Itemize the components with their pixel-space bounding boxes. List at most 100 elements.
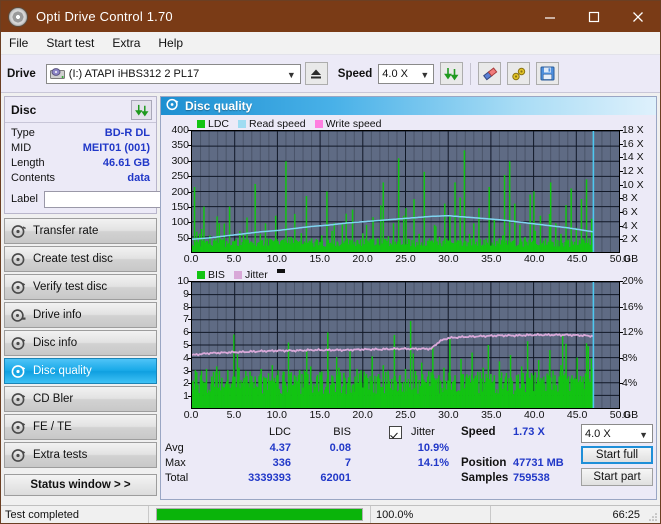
eraser-button[interactable] [478,62,502,85]
sidebar-item-label: Create test disc [33,253,113,265]
disc-refresh-button[interactable] [131,100,152,120]
axis-tick: 200 [171,185,189,198]
axis-tick-mark [619,225,623,227]
bottom-chart-plot [191,281,620,409]
stats-samples-value: 759538 [513,472,550,484]
axis-tick: 35.0 [481,409,502,421]
sidebar-item-transfer-rate[interactable]: Transfer rate [4,218,157,244]
stats-jitter-avg: 10.9% [417,442,449,454]
axis-tick: 8 X [622,192,638,205]
stats-jitter-max: 14.1% [417,457,449,469]
axis-tick: 30.0 [438,409,459,421]
disc-row-mid: MID MEIT01 (001) [11,141,150,156]
stats-bis-total: 62001 [320,472,351,484]
axis-tick: 12% [622,326,644,339]
stats-speed-label: Speed [461,426,496,438]
menu-item-start-test[interactable]: Start test [46,36,94,50]
sidebar-item-disc-quality[interactable]: Disc quality [4,358,157,384]
top-chart-row: 50 100 150 200 250 300 350 400 2 X4 X6 X8 X 10 X… [161,124,656,253]
sidebar-item-label: Transfer rate [33,225,99,237]
stats-row-total: Total [165,472,189,484]
app-window: Opti Drive Control 1.70 File Start test … [0,0,661,524]
status-bar: Test completed 100.0% 66:25 [1,505,660,523]
drive-label: Drive [7,67,36,80]
close-icon[interactable] [616,1,660,32]
bottom-chart-legend: BIS Jitter [161,268,656,281]
top-chart-yaxis-right: 2 X4 X6 X8 X 10 X 12 X 14 X 16 X 18 X [619,124,656,253]
sidebar: Disc Type BD-R DL MID MEIT01 (001) Lengt… [1,93,248,500]
axis-tick: 45.0 [566,409,588,421]
sidebar-item-cd-bler[interactable]: CD Bler [4,386,157,412]
axis-tick: 45.0 [566,253,588,265]
disc-label-key: Label [11,193,38,205]
axis-tick: 16 X [622,137,644,150]
jitter-checkbox[interactable] [389,426,402,441]
bottom-chart-yaxis-right: 4% 8% 12% 16% 20% [619,275,656,409]
speed-value: 4.0 X [382,67,408,80]
sidebar-item-drive-info[interactable]: Drive info [4,302,157,328]
progress-cell [149,506,371,523]
axis-tick-mark [619,171,623,172]
chevron-down-icon: ▼ [420,69,430,80]
speed-select[interactable]: 4.0 X ▼ [378,63,435,84]
disc-row-contents: Contents data [11,171,150,186]
axis-tick: 4% [622,377,638,390]
axis-tick: 16% [622,300,644,313]
axis-tick: 20% [622,275,644,287]
stats-speed-select[interactable]: 4.0 X ▼ [581,424,653,443]
sidebar-item-extra-tests[interactable]: Extra tests [4,442,157,468]
speed-label: Speed [337,67,373,80]
disc-row-length-key: Length [11,157,45,169]
disc-row-type-key: Type [11,127,35,139]
axis-tick: 350 [171,139,189,152]
legend-read-speed: Read speed [238,118,306,130]
stats-position-value: 47731 MB [513,457,564,469]
top-chart-yaxis-left: 50 100 150 200 250 300 350 400 [161,124,192,253]
axis-tick: 10.0 [266,253,288,265]
sidebar-item-label: CD Bler [33,393,74,405]
main-panel: Disc quality LDC Read speed Write speed … [160,93,660,500]
toolbar-divider [470,62,472,85]
save-button[interactable] [536,62,560,85]
sidebar-item-disc-info[interactable]: Disc info [4,330,157,356]
sidebar-item-label: Verify test disc [33,281,108,293]
title-bar: Opti Drive Control 1.70 [1,1,660,32]
disc-row-contents-value: data [127,172,150,184]
jitter-label: Jitter [411,426,435,438]
axis-tick: 6 X [622,206,638,218]
drive-toolbar: Drive (I:) ATAPI iHBS312 2 PL17 ▼ Speed [1,55,660,93]
axis-tick: 4 X [622,219,638,232]
disc-extra-icon [11,448,26,463]
sidebar-item-fe-te[interactable]: FE / TE [4,414,157,440]
sidebar-item-create-test-disc[interactable]: Create test disc [4,246,157,272]
eject-button[interactable] [304,62,328,85]
sidebar-item-verify-test-disc[interactable]: Verify test disc [4,274,157,300]
status-window-button[interactable]: Status window > > [4,474,157,496]
axis-tick: 25.0 [395,409,416,421]
axis-tick: 35.0 [481,253,502,265]
tools-button[interactable] [507,62,531,85]
top-chart-legend: LDC Read speed Write speed [161,117,656,130]
start-part-button[interactable]: Start part [581,468,653,486]
maximize-icon[interactable] [572,1,616,32]
menu-item-file[interactable]: File [9,36,28,50]
nav-list: Transfer rate Create test disc Verify te… [4,218,157,468]
axis-tick: 14 X [622,151,644,164]
drive-select[interactable]: (I:) ATAPI iHBS312 2 PL17 ▼ [45,63,301,84]
axis-tick: 40.0 [523,253,545,265]
bottom-chart-yaxis-left: 1 2 3 4 5 6 7 8 9 10 [161,275,192,409]
disc-row-contents-key: Contents [11,172,56,184]
progress-fill [157,509,362,520]
elapsed-time: 66:25 [612,508,640,521]
start-full-button[interactable]: Start full [581,446,653,464]
stats-panel: LDC BIS Avg Max Total 4.37 336 3339393 0… [161,424,656,488]
menu-item-extra[interactable]: Extra [112,36,140,50]
disc-label-row: Label [11,189,248,209]
axis-tick: 150 [171,200,189,213]
menu-item-help[interactable]: Help [158,36,183,50]
disc-quality-icon [166,98,179,114]
resize-grip[interactable] [648,511,658,521]
axis-tick: 5.0 [226,253,242,265]
minimize-icon[interactable] [528,1,572,32]
refresh-button[interactable] [440,62,464,85]
